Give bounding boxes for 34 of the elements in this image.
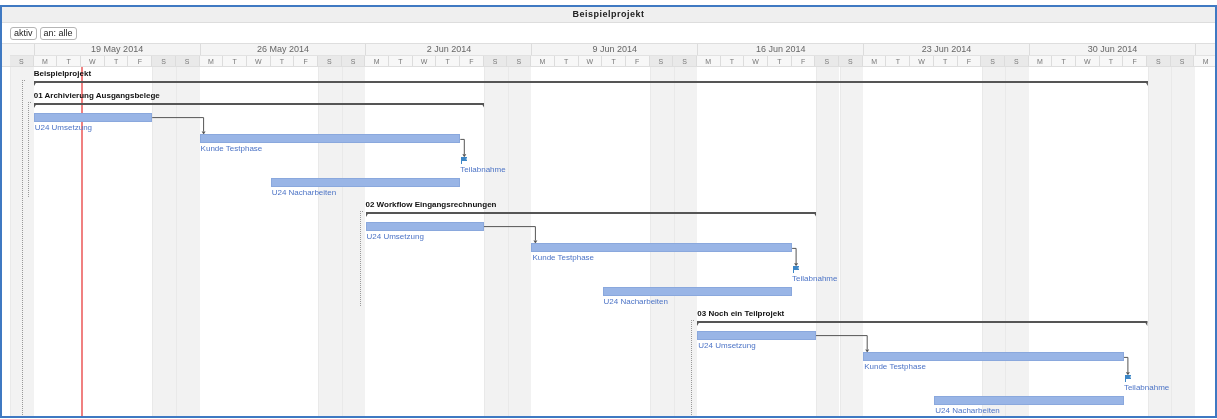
task-bar[interactable] [365,221,484,231]
task-label: U24 Umsetzung [366,232,424,241]
task-label: Kunde Testphase [532,254,595,263]
milestone-label: Teilabnahme [460,166,506,175]
milestone-label: Teilabnahme [1123,384,1170,393]
task-bar[interactable] [531,243,793,253]
task-bar[interactable] [33,112,153,122]
task-label: Kunde Testphase [200,145,263,154]
summary-label: 01 Archivierung Ausgangsbelege [33,91,160,100]
task-label: U24 Umsetzung [698,341,756,350]
week-label: 9 Jun 2014 [592,45,638,54]
week-label: 19 May 2014 [91,45,144,54]
week-label: 30 Jun 2014 [1087,45,1138,54]
task-label: Kunde Testphase [864,363,926,372]
window-title: Beispielprojekt [2,7,1215,23]
task-label: U24 Nacharbeiten [271,189,337,197]
week-label: 2 Jun 2014 [426,45,472,54]
task-label: U24 Nacharbeiten [603,298,668,306]
task-bar[interactable] [697,330,816,340]
summary-label: 03 Noch ein Teilprojekt [697,309,785,318]
toolbar-button[interactable]: an: alle [39,26,77,40]
week-label: 23 Jun 2014 [921,45,972,54]
task-bar[interactable] [863,352,1124,362]
flag-icon[interactable] [1124,375,1131,383]
task-label: U24 Nacharbeiten [935,407,1000,415]
week-label: 26 May 2014 [257,45,310,54]
summary-label: 02 Workflow Eingangsrechnungen [365,200,497,209]
summary-label: Beispielprojekt [33,70,92,78]
task-bar[interactable] [199,134,461,144]
flag-icon[interactable] [461,157,468,165]
toolbar-button[interactable]: aktiv [10,26,37,40]
milestone-label: Teilabnahme [792,275,838,284]
flag-icon[interactable] [793,266,800,274]
week-label: 16 Jun 2014 [755,45,806,54]
